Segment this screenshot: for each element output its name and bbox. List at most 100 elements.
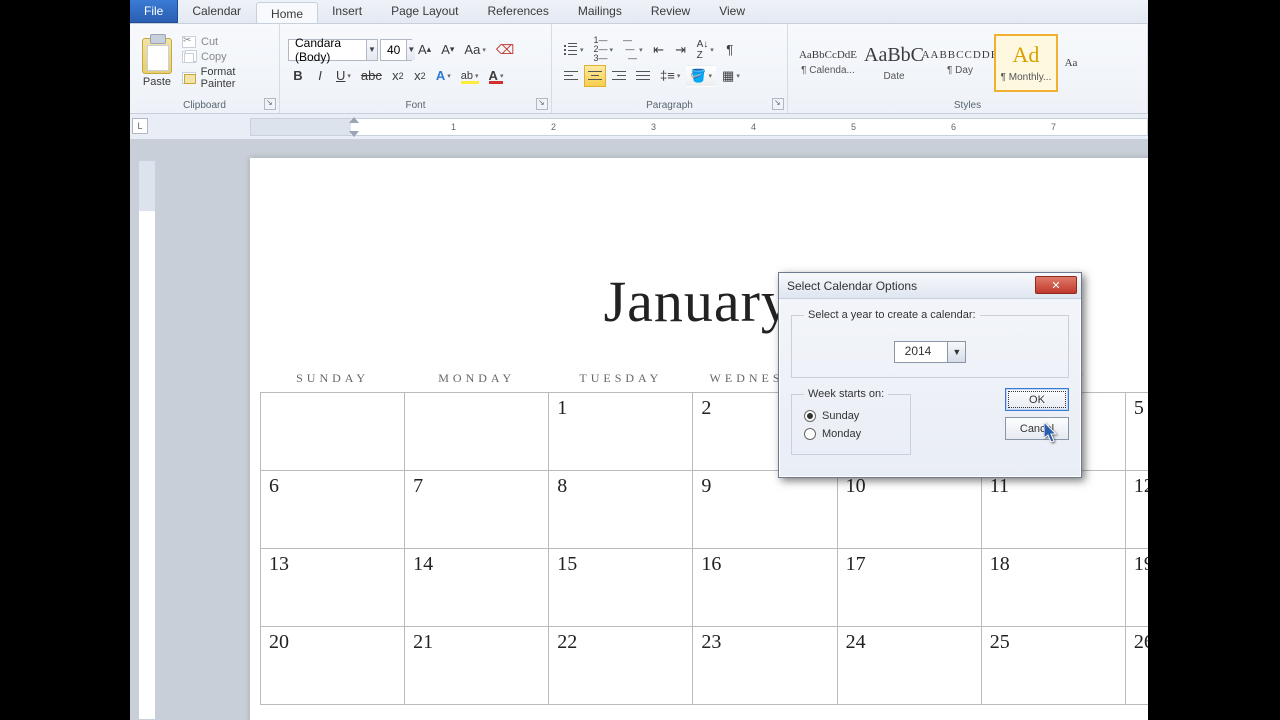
style-day[interactable]: AABBCCDDE¶ Day <box>928 34 992 92</box>
multilevel-list-button[interactable]: — — — <box>619 39 647 61</box>
year-combo[interactable]: 2014 ▼ <box>894 341 967 363</box>
decrease-indent-button[interactable]: ⇤ <box>649 39 669 61</box>
sort-button[interactable]: A↓Z <box>693 39 718 61</box>
tab-home[interactable]: Home <box>256 2 318 23</box>
calendar-options-dialog: Select Calendar Options ✕ Select a year … <box>778 272 1082 478</box>
justify-button[interactable] <box>632 65 654 87</box>
grow-font-button[interactable]: A▴ <box>414 39 435 61</box>
subscript-button[interactable]: x2 <box>388 65 408 87</box>
underline-button[interactable]: U <box>332 65 355 87</box>
strikethrough-button[interactable]: abc <box>357 65 386 87</box>
radio-sunday[interactable]: Sunday <box>804 410 898 422</box>
tab-references[interactable]: References <box>473 0 563 23</box>
copy-icon <box>182 51 196 63</box>
calendar-row: 20212223242526 <box>261 627 1149 705</box>
style-monthly[interactable]: Ad¶ Monthly... <box>994 34 1058 92</box>
group-label: Font <box>288 98 543 111</box>
calendar-cell[interactable]: 15 <box>549 549 693 627</box>
clipboard-dialog-launcher[interactable] <box>264 98 276 110</box>
tab-mailings[interactable]: Mailings <box>564 0 637 23</box>
calendar-cell[interactable]: 8 <box>549 471 693 549</box>
calendar-cell[interactable]: 20 <box>261 627 405 705</box>
style-date[interactable]: AaBbCDate <box>862 34 926 92</box>
shading-button[interactable]: 🪣 <box>686 65 716 87</box>
line-spacing-button[interactable]: ‡≡ <box>656 65 684 87</box>
year-fieldset: Select a year to create a calendar: 2014… <box>791 309 1069 378</box>
calendar-cell[interactable] <box>261 393 405 471</box>
font-dialog-launcher[interactable] <box>536 98 548 110</box>
numbering-button[interactable]: 1—2—3— <box>590 39 618 61</box>
superscript-button[interactable]: x2 <box>410 65 430 87</box>
ok-button[interactable]: OK <box>1005 388 1069 411</box>
dialog-close-button[interactable]: ✕ <box>1035 276 1077 294</box>
tab-selector[interactable]: L <box>132 118 148 134</box>
calendar-cell[interactable]: 16 <box>693 549 837 627</box>
tab-calendar[interactable]: Calendar <box>178 0 256 23</box>
calendar-cell[interactable]: 21 <box>405 627 549 705</box>
calendar-cell[interactable]: 11 <box>981 471 1125 549</box>
calendar-cell[interactable]: 13 <box>261 549 405 627</box>
tab-review[interactable]: Review <box>637 0 705 23</box>
change-case-button[interactable]: Aa <box>460 39 489 61</box>
calendar-cell[interactable]: 10 <box>837 471 981 549</box>
bold-button[interactable]: B <box>288 65 308 87</box>
ruler-area: L 1 2 3 4 5 6 7 <box>130 114 1148 140</box>
calendar-cell[interactable]: 5 <box>1125 393 1148 471</box>
tab-page-layout[interactable]: Page Layout <box>377 0 473 23</box>
font-color-button[interactable]: A <box>485 65 508 87</box>
cut-icon <box>182 36 196 48</box>
calendar-cell[interactable]: 12 <box>1125 471 1148 549</box>
calendar-cell[interactable]: 19 <box>1125 549 1148 627</box>
word-window: File Calendar Home Insert Page Layout Re… <box>130 0 1148 720</box>
align-center-button[interactable] <box>584 65 606 87</box>
style-more[interactable]: Aa <box>1060 34 1082 92</box>
cut-button[interactable]: Cut <box>182 36 271 48</box>
ribbon-tabs: File Calendar Home Insert Page Layout Re… <box>130 0 1148 24</box>
tab-insert[interactable]: Insert <box>318 0 377 23</box>
calendar-cell[interactable]: 1 <box>549 393 693 471</box>
tab-view[interactable]: View <box>705 0 760 23</box>
highlight-button[interactable]: ab <box>457 65 483 87</box>
copy-button[interactable]: Copy <box>182 51 271 63</box>
text-effects-button[interactable]: A <box>432 65 455 87</box>
show-marks-button[interactable]: ¶ <box>720 39 740 61</box>
font-name-combo[interactable]: Candara (Body)▼ <box>288 39 378 61</box>
italic-button[interactable]: I <box>310 65 330 87</box>
calendar-cell[interactable]: 7 <box>405 471 549 549</box>
calendar-cell[interactable]: 18 <box>981 549 1125 627</box>
bullets-button[interactable] <box>560 39 588 61</box>
calendar-cell[interactable]: 26 <box>1125 627 1148 705</box>
indent-marker[interactable] <box>349 117 359 137</box>
calendar-cell[interactable]: 17 <box>837 549 981 627</box>
group-font: Candara (Body)▼ 40▼ A▴ A▾ Aa ⌫ B I U abc… <box>280 24 552 113</box>
tab-file[interactable]: File <box>130 0 178 23</box>
calendar-cell[interactable]: 9 <box>693 471 837 549</box>
mouse-cursor <box>1044 422 1060 444</box>
clear-formatting-button[interactable]: ⌫ <box>492 39 518 61</box>
calendar-cell[interactable]: 14 <box>405 549 549 627</box>
borders-button[interactable]: ▦ <box>718 65 744 87</box>
week-start-fieldset: Week starts on: Sunday Monday <box>791 388 911 455</box>
calendar-cell[interactable]: 22 <box>549 627 693 705</box>
calendar-row: 13141516171819 <box>261 549 1149 627</box>
radio-icon <box>804 428 816 440</box>
increase-indent-button[interactable]: ⇥ <box>671 39 691 61</box>
calendar-cell[interactable]: 24 <box>837 627 981 705</box>
format-painter-button[interactable]: Format Painter <box>182 66 271 90</box>
font-size-combo[interactable]: 40▼ <box>380 39 412 61</box>
calendar-cell[interactable]: 23 <box>693 627 837 705</box>
align-right-button[interactable] <box>608 65 630 87</box>
calendar-cell[interactable] <box>405 393 549 471</box>
chevron-down-icon: ▼ <box>366 40 377 60</box>
style-calendar[interactable]: AaBbCcDdE¶ Calenda... <box>796 34 860 92</box>
vertical-ruler[interactable] <box>138 160 156 720</box>
radio-monday[interactable]: Monday <box>804 428 898 440</box>
paste-button[interactable]: Paste <box>138 38 176 88</box>
paragraph-dialog-launcher[interactable] <box>772 98 784 110</box>
shrink-font-button[interactable]: A▾ <box>437 39 458 61</box>
calendar-cell[interactable]: 6 <box>261 471 405 549</box>
paste-label: Paste <box>143 76 171 88</box>
calendar-cell[interactable]: 25 <box>981 627 1125 705</box>
align-left-button[interactable] <box>560 65 582 87</box>
horizontal-ruler[interactable]: 1 2 3 4 5 6 7 <box>250 118 1148 136</box>
